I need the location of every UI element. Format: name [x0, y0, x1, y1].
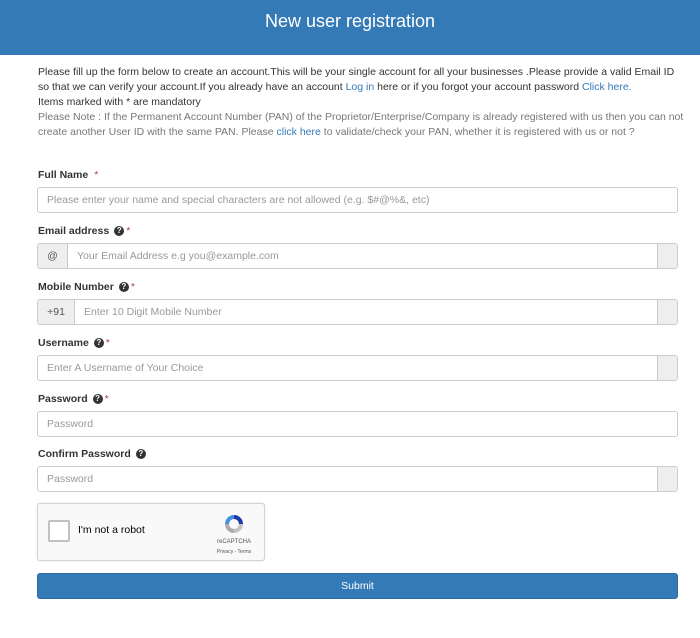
password-label-text: Password: [38, 393, 88, 405]
confirm-password-label-text: Confirm Password: [38, 448, 131, 460]
required-marker: *: [126, 225, 131, 237]
help-icon[interactable]: ?: [93, 338, 104, 348]
mobile-field: +91: [37, 299, 678, 325]
help-icon[interactable]: ?: [92, 394, 103, 404]
submit-button[interactable]: Submit: [37, 573, 678, 599]
full-name-input[interactable]: [38, 188, 677, 212]
required-marker: *: [104, 393, 109, 405]
recaptcha-logo-icon: [225, 515, 243, 533]
email-label: Email address ? *: [38, 225, 130, 237]
recaptcha-label: I'm not a robot: [78, 524, 145, 536]
status-addon: [657, 244, 677, 268]
full-name-field: [37, 187, 678, 213]
password-input[interactable]: [38, 412, 677, 436]
username-input[interactable]: [38, 356, 657, 380]
email-label-text: Email address: [38, 225, 110, 237]
check-pan-link[interactable]: click here: [277, 126, 321, 138]
status-addon: [657, 467, 677, 491]
at-sign-addon: @: [38, 244, 68, 268]
required-marker: *: [105, 337, 110, 349]
mobile-label-text: Mobile Number: [38, 281, 114, 293]
username-label-text: Username: [38, 337, 89, 349]
country-code-addon: +91: [38, 300, 75, 324]
intro-paragraph: Please fill up the form below to create …: [38, 65, 688, 95]
pan-note-text: to validate/check your PAN, whether it i…: [320, 126, 635, 138]
login-link[interactable]: Log in: [346, 81, 375, 93]
mandatory-note: Items marked with * are mandatory: [38, 96, 201, 108]
page-header: New user registration: [0, 0, 700, 55]
page-title: New user registration: [264, 11, 436, 31]
required-marker: *: [130, 281, 135, 293]
email-input[interactable]: [68, 244, 657, 268]
forgot-password-link[interactable]: Click here.: [582, 81, 632, 93]
recaptcha-widget: I'm not a robot reCAPTCHA Privacy - Term…: [37, 503, 265, 561]
required-marker: *: [94, 169, 99, 181]
confirm-password-input[interactable]: [38, 467, 657, 491]
password-label: Password ? *: [38, 393, 109, 405]
intro-text-part: here or if you forgot your account passw…: [374, 81, 582, 93]
mobile-input[interactable]: [75, 300, 657, 324]
username-field: [37, 355, 678, 381]
full-name-label-text: Full Name: [38, 169, 89, 181]
help-icon[interactable]: ?: [114, 226, 125, 236]
status-addon: [657, 300, 677, 324]
help-icon[interactable]: ?: [118, 282, 129, 292]
email-field: @: [37, 243, 678, 269]
mobile-label: Mobile Number ? *: [38, 281, 135, 293]
confirm-password-field: [37, 466, 678, 492]
help-icon[interactable]: ?: [135, 449, 146, 459]
full-name-label: Full Name *: [38, 169, 98, 181]
recaptcha-links[interactable]: Privacy - Terms: [214, 549, 254, 555]
password-field: [37, 411, 678, 437]
username-label: Username ? *: [38, 337, 110, 349]
confirm-password-label: Confirm Password ?: [38, 448, 146, 460]
pan-note: Please Note : If the Permanent Account N…: [38, 110, 688, 140]
recaptcha-brand: reCAPTCHA: [216, 539, 251, 545]
status-addon: [657, 356, 677, 380]
recaptcha-checkbox[interactable]: [48, 520, 70, 542]
intro-text: Please fill up the form below to create …: [38, 65, 688, 140]
